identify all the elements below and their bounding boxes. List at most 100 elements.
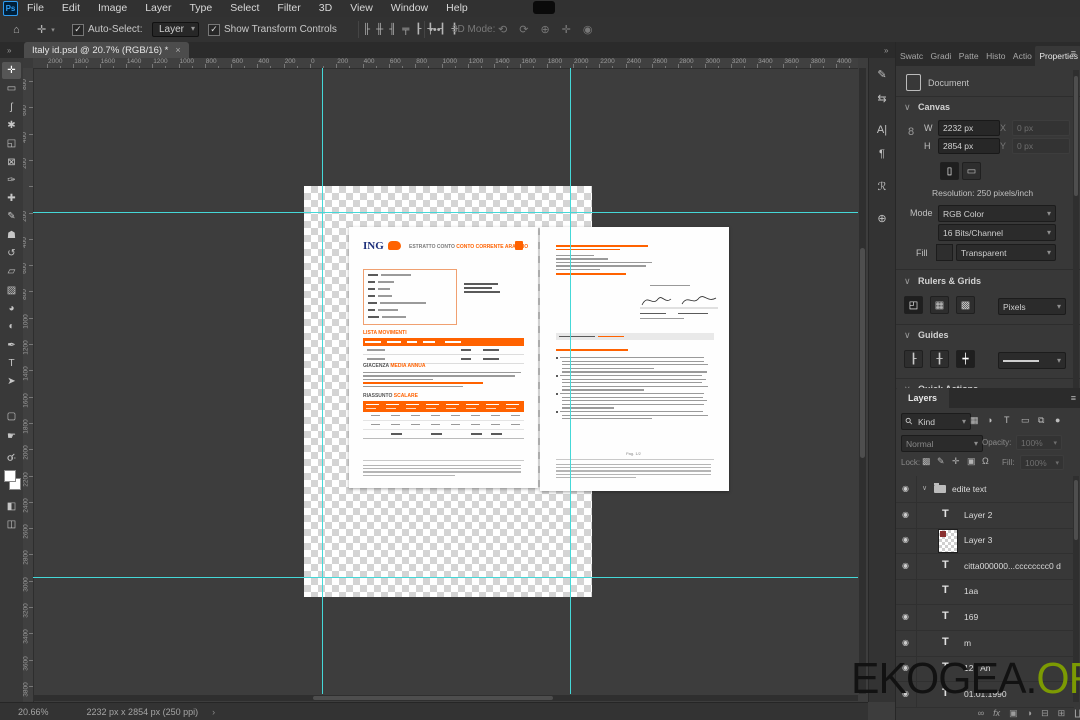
y-field[interactable]: 0 px [1012,138,1070,154]
panel-tab-swatc[interactable]: Swatc [896,46,927,66]
align-horizontal-centers-icon[interactable]: ╫ [376,24,383,35]
frame-tool[interactable]: ⊠ [2,154,21,171]
brush-tool[interactable]: ✎ [2,208,21,225]
menu-layer[interactable]: Layer [136,0,180,17]
horizontal-guide[interactable] [33,577,858,578]
layer-name[interactable]: 169 [964,612,978,622]
gradient-tool[interactable]: ▨ [2,282,21,299]
group-expand-icon[interactable]: ∨ [922,484,927,492]
layer-name[interactable]: 1aa [964,586,978,596]
lock-image-icon[interactable]: ✎ [937,456,945,467]
clone-source-panel-icon[interactable]: ⇆ [872,88,892,108]
guides-header[interactable]: Guides [918,330,949,340]
character-panel-icon[interactable]: A| [872,120,892,140]
link-dimensions-icon[interactable]: 8 [908,126,914,138]
3d-slide-icon[interactable]: ✛ [562,23,571,36]
menu-3d[interactable]: 3D [310,0,341,17]
menu-window[interactable]: Window [382,0,437,17]
layer-name[interactable]: edite text [952,484,987,494]
layer-row[interactable]: ◉ Layer 3 [896,527,1074,555]
paragraph-panel-icon[interactable]: ¶ [872,144,892,164]
color-mode-dropdown[interactable]: RGB Color [938,205,1056,222]
menu-edit[interactable]: Edit [53,0,89,17]
menu-view[interactable]: View [341,0,382,17]
rulers-grids-header[interactable]: Rulers & Grids [918,276,981,286]
menu-help[interactable]: Help [437,0,477,17]
width-field[interactable]: 2232 px [938,120,1000,136]
orientation-portrait-button[interactable]: ▯ [940,162,959,180]
chevron-expanded-icon[interactable]: ∨ [904,276,911,287]
tab-close-icon[interactable]: × [175,45,180,55]
toggle-transparency-grid-icon[interactable]: ▩ [956,296,975,314]
type-tool[interactable]: T [2,355,21,372]
add-guides-icon[interactable]: ┠ [904,350,923,368]
3d-orbit-icon[interactable]: ⟲ [498,23,507,36]
vertical-guide[interactable] [570,68,571,694]
layers-scrollbar-thumb[interactable] [1074,480,1078,540]
eraser-tool[interactable]: ▱ [2,263,21,280]
object-selection-tool[interactable]: ✱ [2,117,21,134]
move-tool[interactable]: ✛ [2,62,21,79]
lock-artboard-icon[interactable]: ▣ [967,456,976,467]
blur-tool[interactable]: ◕ [2,300,21,317]
toggle-rulers-icon[interactable]: ◰ [904,296,923,314]
toggle-grid-icon[interactable]: ▦ [930,296,949,314]
crop-tool[interactable]: ◱ [2,135,21,152]
chevron-expanded-icon[interactable]: ∨ [904,102,911,113]
more-options-button[interactable]: ••• [424,17,446,42]
guide-style-dropdown[interactable] [998,352,1066,369]
filter-shape-layers-icon[interactable]: ▭ [1021,415,1030,426]
layer-name[interactable]: citta000000...cccccccc0 d [964,561,1061,571]
layer-name[interactable]: Layer 3 [964,535,992,545]
menu-select[interactable]: Select [221,0,268,17]
tool-preset[interactable]: ✛ ▾ [32,17,55,42]
pasteboard[interactable]: ING ESTRATTO CONTO CONTO CORRENTE ARANCIO… [33,68,858,694]
3d-camera-icon[interactable]: ◉ [583,23,593,36]
chevron-expanded-icon[interactable]: ∨ [904,330,911,341]
new-group-icon[interactable]: ⊟ [1041,708,1049,719]
fill-dropdown[interactable]: Transparent [956,244,1056,261]
layer-row[interactable]: ◉ Tm [896,629,1074,657]
panel-tab-patte[interactable]: Patte [955,46,982,66]
status-chevron-icon[interactable]: › [212,707,215,717]
marquee-tool[interactable]: ▭ [2,80,21,97]
vertical-scrollbar[interactable] [859,68,866,694]
align-left-edges-icon[interactable]: ╟ [363,24,370,35]
hand-tool[interactable]: ☛ [2,428,21,445]
horizontal-guide[interactable] [33,212,858,213]
panel-tab-gradi[interactable]: Gradi [927,46,955,66]
glyphs-panel-icon[interactable]: ℛ [872,176,892,196]
document-tab[interactable]: Italy id.psd @ 20.7% (RGB/16) * × [24,42,189,58]
layer-effects-icon[interactable]: fx [993,708,1000,718]
align-top-edges-icon[interactable]: ╤ [402,24,409,35]
layer-row[interactable]: T 1aa [896,578,1074,606]
document-page-2[interactable]: Pag. 1/2 [540,227,729,491]
delete-layer-icon[interactable]: ∐ [1074,708,1080,719]
dodge-tool[interactable]: ◐ [2,318,21,335]
libraries-panel-icon[interactable]: ⊕ [872,208,892,228]
bit-depth-dropdown[interactable]: 16 Bits/Channel [938,224,1056,241]
layer-row[interactable]: ◉ T Layer 2 [896,501,1074,529]
3d-roll-icon[interactable]: ⟳ [519,23,528,36]
lock-transparency-icon[interactable]: ▩ [922,456,931,467]
filter-on-icon[interactable]: ● [1055,415,1060,425]
menu-filter[interactable]: Filter [268,0,309,17]
layer-row[interactable]: ◉ ∨ edite text [896,476,1074,503]
home-button[interactable]: ⌂ [8,17,25,42]
layers-panel-menu-icon[interactable]: ≡ [1071,393,1076,403]
layer-filter-dropdown[interactable]: ⚲ Kind [901,413,971,430]
guide-layout-icon[interactable]: ╂ [930,350,949,368]
canvas-section-header[interactable]: Canvas [918,102,950,112]
3d-pan-icon[interactable]: ⊕ [540,23,549,36]
menu-file[interactable]: File [18,0,53,17]
new-adjustment-layer-icon[interactable]: ◑ [1027,708,1032,718]
clone-stamp-tool[interactable]: ☗ [2,227,21,244]
properties-scrollbar-thumb[interactable] [1074,76,1078,196]
layer-row[interactable]: ◉ Tcitta000000...cccccccc0 d [896,552,1074,580]
menu-image[interactable]: Image [89,0,136,17]
new-layer-icon[interactable]: ⊞ [1058,708,1066,719]
foreground-color-swatch[interactable] [4,470,16,482]
filter-smart-objects-icon[interactable]: ⧉ [1038,415,1044,426]
show-transform-toggle[interactable]: ✓ Show Transform Controls [208,17,337,42]
healing-brush-tool[interactable]: ✚ [2,190,21,207]
